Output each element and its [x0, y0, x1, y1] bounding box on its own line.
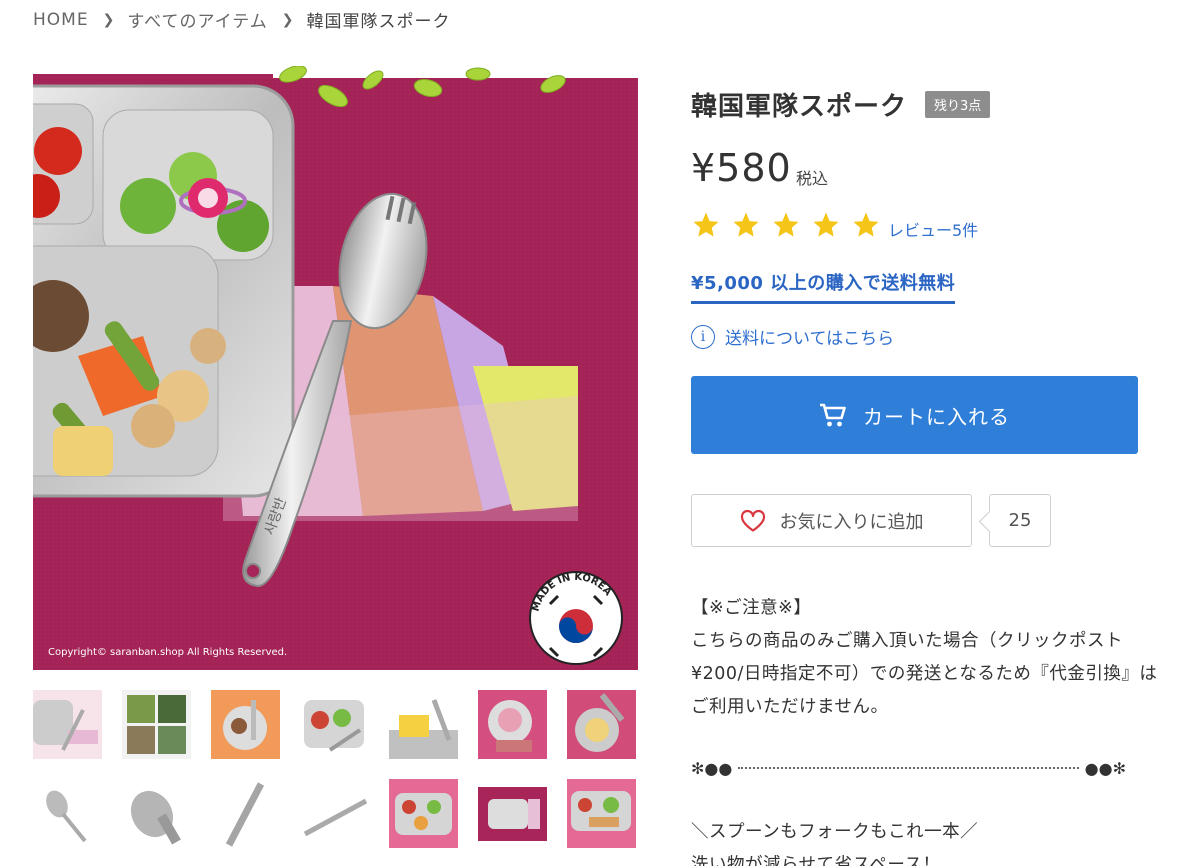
product-title: 韓国軍隊スポーク	[691, 92, 908, 122]
product-description: 【※ご注意※】 こちらの商品のみご購入頂いた場合（クリックポスト ¥200/日時…	[691, 592, 1191, 724]
shipping-info-label: 送料についてはこちら	[725, 329, 895, 349]
stainless-tray	[33, 84, 295, 498]
thumbnail[interactable]	[567, 690, 636, 759]
notice-title: 【※ご注意※】	[691, 598, 812, 618]
stock-badge: 残り3点	[925, 91, 991, 118]
review-link[interactable]: レビュー5件	[888, 217, 978, 241]
notice-line: ご利用いただけません。	[691, 697, 889, 717]
star-icon	[813, 212, 839, 237]
catch-copy: ＼スプーンもフォークもこれ一本／	[691, 822, 979, 842]
info-icon: i	[691, 324, 715, 349]
thumbnail[interactable]	[478, 690, 547, 759]
chevron-right-icon: ❯	[102, 11, 116, 28]
add-to-cart-label: カートに入れる	[863, 404, 1010, 429]
decorative-divider: ✻●● ●●✻	[691, 758, 1126, 778]
chevron-right-icon: ❯	[281, 11, 295, 28]
notice-line: ¥200/日時指定不可）での発送となるため『代金引換』は	[691, 664, 1158, 684]
star-icon	[773, 212, 799, 237]
thumbnail[interactable]	[122, 779, 191, 848]
thumbnail[interactable]	[389, 779, 458, 848]
thumbnail[interactable]	[478, 779, 547, 848]
free-shipping-banner: ¥5,000 以上の購入で送料無料	[691, 269, 956, 304]
star-icon	[733, 212, 759, 237]
heart-icon	[740, 509, 765, 532]
star-icon	[853, 212, 879, 237]
notice-line: こちらの商品のみご購入頂いた場合（クリックポスト	[691, 631, 1123, 651]
tax-label: 税込	[796, 169, 829, 188]
catch-copy: 洗い物が減らせて省スペース！	[691, 855, 941, 866]
thumbnail[interactable]	[300, 779, 369, 848]
favorite-count: 25	[989, 494, 1051, 547]
shipping-info-link[interactable]: i 送料についてはこちら	[691, 324, 894, 349]
divider-left: ✻●●	[691, 758, 733, 778]
divider-right: ●●✻	[1084, 758, 1126, 778]
thumbnail[interactable]	[300, 690, 369, 759]
thumbnail-gallery	[33, 690, 638, 848]
add-favorite-label: お気に入りに追加	[779, 511, 924, 533]
breadcrumb-current: 韓国軍隊スポーク	[306, 12, 451, 32]
star-icon	[693, 212, 719, 237]
main-product-image[interactable]: 사랑반 MADE IN KOREA Copyright© saranban.sh…	[33, 66, 638, 670]
breadcrumb-home[interactable]: HOME	[33, 10, 89, 30]
thumbnail[interactable]	[122, 690, 191, 759]
thumbnail[interactable]	[211, 690, 280, 759]
rating-stars	[691, 210, 881, 240]
breadcrumb: HOME ❯ すべてのアイテム ❯ 韓国軍隊スポーク	[33, 7, 451, 33]
breadcrumb-all-items[interactable]: すべてのアイテム	[127, 7, 267, 32]
thumbnail[interactable]	[389, 690, 458, 759]
made-in-korea-badge: MADE IN KOREA	[529, 571, 623, 665]
thumbnail[interactable]	[33, 779, 102, 848]
thumbnail[interactable]	[33, 690, 102, 759]
add-favorite-button[interactable]: お気に入りに追加	[691, 494, 972, 547]
thumbnail[interactable]	[567, 779, 636, 848]
cart-icon	[820, 403, 846, 427]
favorite-count-value: 25	[1008, 510, 1032, 531]
divider-dots	[738, 767, 1079, 769]
copyright-text: Copyright© saranban.shop All Rights Rese…	[48, 647, 288, 658]
thumbnail[interactable]	[211, 779, 280, 848]
add-to-cart-button[interactable]: カートに入れる	[691, 376, 1138, 454]
product-price: ¥580	[691, 146, 792, 190]
